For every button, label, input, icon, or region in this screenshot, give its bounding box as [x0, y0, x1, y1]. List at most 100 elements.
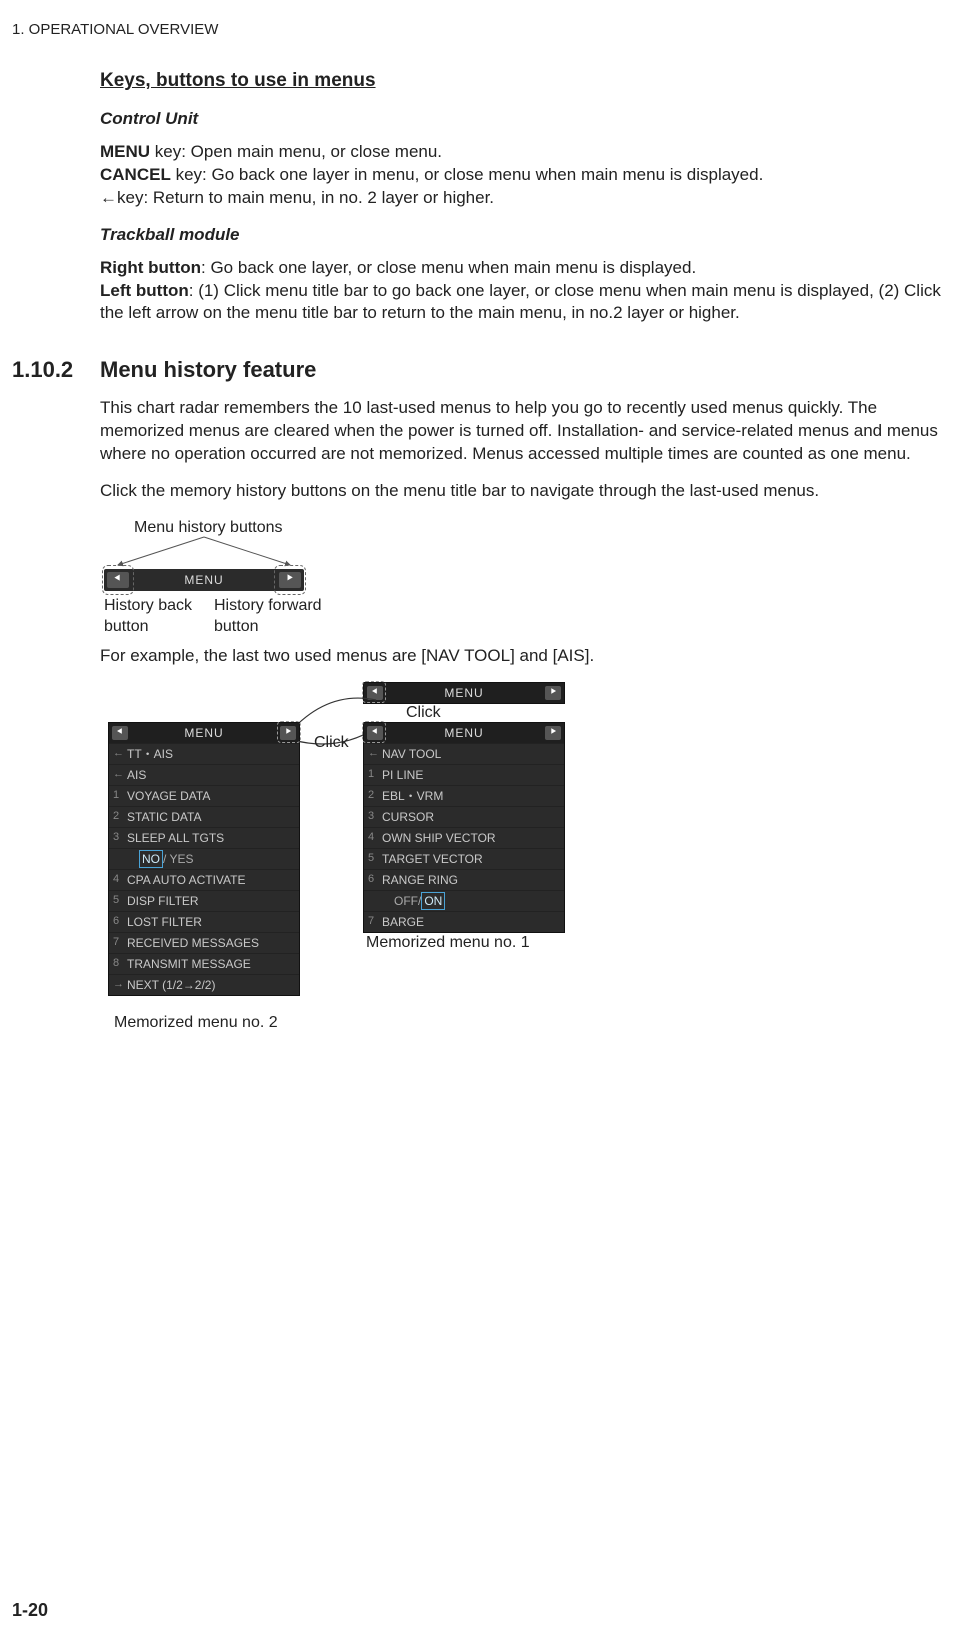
row-label: RECEIVED MESSAGES: [127, 935, 295, 951]
next-page-row[interactable]: →NEXT (1/2→2/2): [109, 974, 299, 995]
list-item[interactable]: 4CPA AUTO ACTIVATE: [109, 869, 299, 890]
row-label: OWN SHIP VECTOR: [382, 830, 560, 846]
menu-panel-navtool: ⯇ MENU ⯈ ←NAV TOOL 1PI LINE 2EBL・VRM 3CU…: [363, 722, 565, 933]
row-label: RANGE RING: [382, 872, 560, 888]
subheading-trackball: Trackball module: [100, 224, 945, 247]
row-label: DISP FILTER: [127, 893, 295, 909]
list-item[interactable]: 1VOYAGE DATA: [109, 785, 299, 806]
caption-memorized-1: Memorized menu no. 1: [366, 932, 530, 954]
left-button-label: Left button: [100, 281, 189, 300]
row-idx: 7: [113, 935, 127, 950]
paragraph-example: For example, the last two used menus are…: [100, 645, 945, 668]
next-label: NEXT (1/2→2/2): [127, 977, 295, 993]
paragraph-history-intro: This chart radar remembers the 10 last-u…: [100, 397, 945, 466]
dashed-panel-b-left: [362, 721, 386, 743]
row-label: PI LINE: [382, 767, 560, 783]
list-item[interactable]: 3CURSOR: [364, 806, 564, 827]
panel-b-breadcrumb-text: NAV TOOL: [382, 746, 560, 762]
row-label: TRANSMIT MESSAGE: [127, 956, 295, 972]
row-idx: 4: [368, 830, 382, 845]
list-item[interactable]: 5DISP FILTER: [109, 890, 299, 911]
label-history-forward: History forward button: [214, 595, 344, 638]
row-label: LOST FILTER: [127, 914, 295, 930]
menu-key-label: MENU: [100, 142, 150, 161]
list-item[interactable]: 6LOST FILTER: [109, 911, 299, 932]
row-idx: 4: [113, 872, 127, 887]
top-bar-title: MENU: [387, 685, 541, 701]
list-item[interactable]: 6RANGE RING: [364, 869, 564, 890]
list-item[interactable]: 8TRANSMIT MESSAGE: [109, 953, 299, 974]
option-selected: ON: [421, 892, 445, 910]
option-row[interactable]: OFF/ON: [364, 890, 564, 911]
list-item[interactable]: 7RECEIVED MESSAGES: [109, 932, 299, 953]
right-button-text: : Go back one layer, or close menu when …: [201, 258, 696, 277]
row-idx: 8: [113, 956, 127, 971]
menu-bar-label: MENU: [132, 572, 276, 588]
menu-title-bar: ⯇ MENU ⯈: [104, 569, 304, 591]
row-idx: 6: [368, 872, 382, 887]
row-label: CPA AUTO ACTIVATE: [127, 872, 295, 888]
paragraph-history-usage: Click the memory history buttons on the …: [100, 480, 945, 503]
row-label: CURSOR: [382, 809, 560, 825]
list-item[interactable]: 5TARGET VECTOR: [364, 848, 564, 869]
left-arrow-key-text: ←key: Return to main menu, in no. 2 laye…: [100, 188, 494, 207]
panel-b-breadcrumb: ←NAV TOOL: [364, 743, 564, 764]
top-forward-icon[interactable]: ⯈: [545, 686, 561, 700]
row-label: STATIC DATA: [127, 809, 295, 825]
panel-b-forward-icon[interactable]: ⯈: [545, 726, 561, 740]
row-idx: 5: [368, 851, 382, 866]
panel-b-titlebar: ⯇ MENU ⯈: [364, 723, 564, 743]
label-history-back: History back button: [104, 595, 204, 638]
label-click-top: Click: [406, 702, 441, 724]
row-idx: 2: [368, 788, 382, 803]
list-item[interactable]: 2STATIC DATA: [109, 806, 299, 827]
option-row[interactable]: NO/ YES: [109, 848, 299, 869]
option-rest: OFF/: [394, 893, 421, 909]
row-label: BARGE: [382, 914, 560, 930]
row-label: EBL・VRM: [382, 788, 560, 804]
panel-a-back-icon[interactable]: ⯇: [112, 726, 128, 740]
section-title-keys: Keys, buttons to use in menus: [100, 68, 945, 94]
panel-a-sub-text: AIS: [127, 767, 295, 783]
row-idx: 3: [368, 809, 382, 824]
list-item[interactable]: 1PI LINE: [364, 764, 564, 785]
panel-a-titlebar: ⯇ MENU ⯈: [109, 723, 299, 743]
panel-b-title: MENU: [387, 725, 541, 741]
dashed-outline-left: [102, 565, 134, 595]
section-title-history: Menu history feature: [100, 355, 316, 385]
dashed-panel-a-right: [277, 721, 301, 743]
chapter-header: 1. OPERATIONAL OVERVIEW: [12, 20, 955, 40]
cancel-key-label: CANCEL: [100, 165, 171, 184]
list-item[interactable]: 2EBL・VRM: [364, 785, 564, 806]
row-idx: 6: [113, 914, 127, 929]
subheading-control-unit: Control Unit: [100, 108, 945, 131]
option-selected: NO: [139, 850, 163, 868]
list-item[interactable]: 3SLEEP ALL TGTS: [109, 827, 299, 848]
row-idx: 5: [113, 893, 127, 908]
panel-a-breadcrumb: ←TT・AIS: [109, 743, 299, 764]
left-button-text: : (1) Click menu title bar to go back on…: [100, 281, 941, 323]
panel-a-breadcrumb-text: TT・AIS: [127, 746, 295, 762]
menu-key-text: key: Open main menu, or close menu.: [150, 142, 442, 161]
menu-panel-ais: ⯇ MENU ⯈ ←TT・AIS ←AIS 1VOYAGE DATA 2STAT…: [108, 722, 300, 996]
page-number: 1-20: [12, 1598, 48, 1622]
figure-memorized-menus: ⯇ MENU ⯈ Click ⯇ MENU ⯈ ←TT・AIS: [108, 682, 608, 1062]
row-label: SLEEP ALL TGTS: [127, 830, 295, 846]
dashed-outline-right: [274, 565, 306, 595]
row-label: VOYAGE DATA: [127, 788, 295, 804]
panel-a-title: MENU: [132, 725, 276, 741]
leader-lines: [104, 535, 304, 569]
option-rest: / YES: [163, 851, 193, 867]
panel-a-sub: ←AIS: [109, 764, 299, 785]
paragraph-control-unit: MENU key: Open main menu, or close menu.…: [100, 141, 945, 210]
cancel-key-text: key: Go back one layer in menu, or close…: [171, 165, 763, 184]
label-click-side: Click: [314, 732, 349, 754]
section-number: 1.10.2: [12, 355, 100, 385]
list-item[interactable]: 7BARGE: [364, 911, 564, 932]
list-item[interactable]: 4OWN SHIP VECTOR: [364, 827, 564, 848]
row-idx: 3: [113, 830, 127, 845]
next-arrow-icon: →: [113, 977, 127, 992]
row-idx: 2: [113, 809, 127, 824]
caption-memorized-2: Memorized menu no. 2: [114, 1012, 278, 1034]
right-button-label: Right button: [100, 258, 201, 277]
